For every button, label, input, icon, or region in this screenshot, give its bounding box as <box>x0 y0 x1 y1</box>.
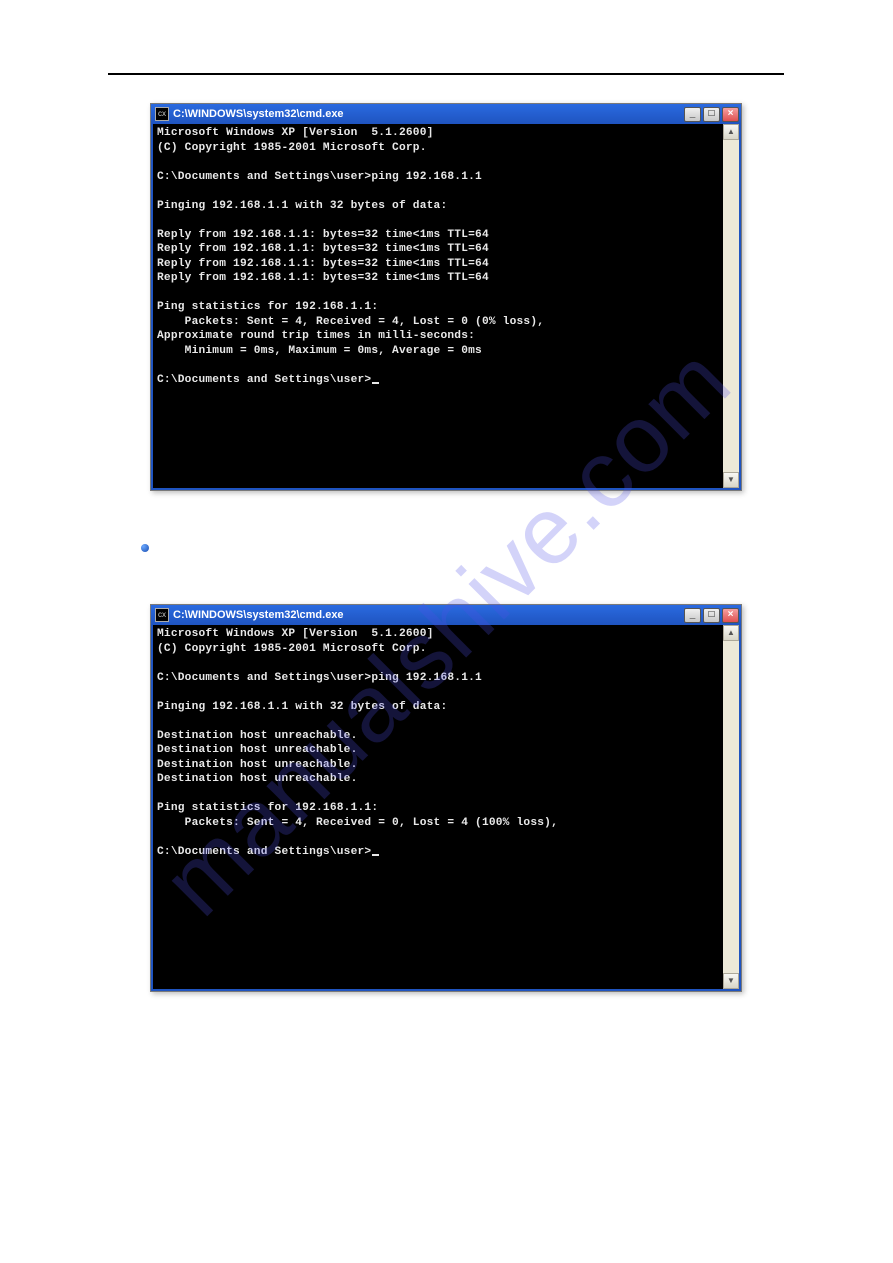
window-controls: _ □ × <box>684 608 739 623</box>
maximize-button[interactable]: □ <box>703 107 720 122</box>
console-frame: Microsoft Windows XP [Version 5.1.2600] … <box>151 625 741 991</box>
console-output[interactable]: Microsoft Windows XP [Version 5.1.2600] … <box>153 625 723 989</box>
close-button[interactable]: × <box>722 107 739 122</box>
maximize-button[interactable]: □ <box>703 608 720 623</box>
scroll-up-button[interactable]: ▲ <box>723 625 739 641</box>
window-title: C:\WINDOWS\system32\cmd.exe <box>173 609 680 621</box>
titlebar[interactable]: cx C:\WINDOWS\system32\cmd.exe _ □ × <box>151 104 741 124</box>
cursor-icon <box>372 382 379 384</box>
window-title: C:\WINDOWS\system32\cmd.exe <box>173 108 680 120</box>
scroll-track[interactable] <box>723 140 739 472</box>
scroll-down-button[interactable]: ▼ <box>723 973 739 989</box>
close-button[interactable]: × <box>722 608 739 623</box>
console-frame: Microsoft Windows XP [Version 5.1.2600] … <box>151 124 741 490</box>
window-controls: _ □ × <box>684 107 739 122</box>
scroll-down-button[interactable]: ▼ <box>723 472 739 488</box>
console-output[interactable]: Microsoft Windows XP [Version 5.1.2600] … <box>153 124 723 488</box>
cmd-icon: cx <box>155 608 169 622</box>
scroll-up-button[interactable]: ▲ <box>723 124 739 140</box>
horizontal-rule <box>108 73 784 75</box>
scroll-track[interactable] <box>723 641 739 973</box>
cmd-icon: cx <box>155 107 169 121</box>
scrollbar[interactable]: ▲ ▼ <box>723 124 739 488</box>
bullet-icon <box>141 544 149 552</box>
minimize-button[interactable]: _ <box>684 107 701 122</box>
scrollbar[interactable]: ▲ ▼ <box>723 625 739 989</box>
cursor-icon <box>372 854 379 856</box>
titlebar[interactable]: cx C:\WINDOWS\system32\cmd.exe _ □ × <box>151 605 741 625</box>
cmd-window-success: cx C:\WINDOWS\system32\cmd.exe _ □ × Mic… <box>150 103 742 491</box>
minimize-button[interactable]: _ <box>684 608 701 623</box>
cmd-window-fail: cx C:\WINDOWS\system32\cmd.exe _ □ × Mic… <box>150 604 742 992</box>
